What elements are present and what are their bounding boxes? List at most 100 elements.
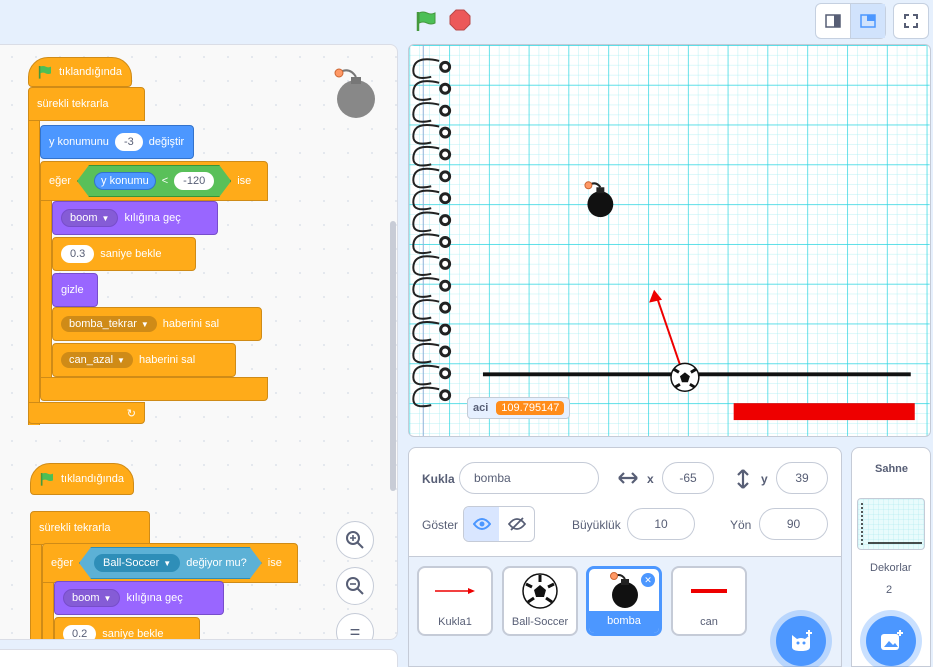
code-scrollbar[interactable]: [390, 221, 396, 491]
hide-block[interactable]: gizle: [52, 273, 98, 307]
if-arm-2: [42, 583, 54, 639]
if-suffix: ise: [237, 175, 252, 187]
change-y-suffix: değiştir: [148, 136, 185, 148]
normal-stage-button[interactable]: [851, 4, 885, 38]
zoom-out-button[interactable]: [336, 567, 374, 605]
fullscreen-icon: [904, 14, 918, 28]
wait-input[interactable]: 0.3: [61, 245, 95, 263]
green-flag-icon[interactable]: [414, 9, 438, 33]
graph-paper-backdrop: [409, 45, 930, 436]
fullscreen-group: [893, 3, 929, 39]
variable-name: aci: [473, 402, 489, 414]
if-suffix-2: ise: [267, 557, 282, 569]
hide-label: gizle: [61, 284, 84, 296]
size-label: Büyüklük: [572, 518, 621, 532]
y-label: y: [761, 472, 768, 486]
touching-suffix: değiyor mu?: [186, 557, 247, 569]
stage-title: Sahne: [875, 463, 909, 475]
broadcast-block-1[interactable]: bomba_tekrar ▼ haberini sal: [52, 307, 262, 341]
touching-dropdown[interactable]: Ball-Soccer ▼: [94, 554, 180, 572]
wait-block-2[interactable]: 0.2 saniye bekle: [54, 617, 200, 640]
x-arrows-icon: [618, 472, 638, 484]
zoom-reset-icon: =: [349, 621, 361, 640]
fullscreen-button[interactable]: [894, 4, 928, 38]
switch-costume-suffix: kılığına geç: [124, 212, 181, 224]
add-backdrop-button[interactable]: [866, 616, 916, 666]
wait-block[interactable]: 0.3 saniye bekle: [52, 237, 196, 271]
stage[interactable]: aci 109.795147: [408, 44, 931, 437]
small-stage-button[interactable]: [816, 4, 850, 38]
x-input[interactable]: -65: [662, 462, 714, 494]
forever-label: sürekli tekrarla: [37, 98, 109, 110]
size-input[interactable]: 10: [627, 508, 695, 540]
sprite-name: Kukla1: [438, 616, 472, 628]
stage-backdrop-thumbnail[interactable]: [857, 498, 925, 550]
costume-dropdown[interactable]: boom ▼: [61, 209, 119, 227]
arrow-sprite-icon: [433, 568, 477, 614]
code-bottom-panel: [0, 649, 398, 667]
broadcast-suffix-2: haberini sal: [138, 354, 196, 366]
broadcast-block-2[interactable]: can_azal ▼ haberini sal: [52, 343, 236, 377]
delete-sprite-icon[interactable]: ✕: [641, 573, 655, 587]
show-label: Göster: [422, 518, 459, 532]
touching-block[interactable]: Ball-Soccer ▼ değiyor mu?: [79, 547, 262, 579]
sprite-name-input[interactable]: [459, 462, 599, 494]
hide-button[interactable]: [499, 507, 534, 541]
zoom-out-icon: [346, 577, 364, 595]
y-position-reporter[interactable]: y konumu: [94, 172, 156, 190]
forever-arm-2: [30, 545, 42, 639]
x-label: x: [647, 472, 654, 486]
if-block[interactable]: eğer y konumu < -120 ise: [40, 161, 268, 201]
when-flag-clicked-block-2[interactable]: tıklandığında: [30, 463, 134, 495]
broadcast-dropdown-2[interactable]: can_azal ▼: [61, 352, 133, 368]
if-block-2[interactable]: eğer Ball-Soccer ▼ değiyor mu? ise: [42, 543, 298, 583]
add-sprite-button[interactable]: [776, 616, 826, 666]
costume-dropdown-2[interactable]: boom ▼: [63, 589, 121, 607]
zoom-reset-button[interactable]: =: [336, 613, 374, 640]
forever-block-2[interactable]: sürekli tekrarla: [30, 511, 150, 545]
forever-end: ↻: [28, 402, 145, 424]
switch-costume-block[interactable]: boom ▼ kılığına geç: [52, 201, 218, 235]
sprite-thumb-kukla1[interactable]: Kukla1: [417, 566, 493, 636]
stage-size-toggle: [815, 3, 886, 39]
green-flag-icon: [38, 66, 51, 79]
sprite-thumb-can[interactable]: can: [671, 566, 747, 636]
zoom-in-icon: [346, 531, 364, 549]
red-bar-icon: [689, 568, 729, 614]
if-arm: [40, 201, 52, 385]
change-y-label: y konumunu: [49, 136, 109, 148]
direction-label: Yön: [730, 518, 752, 532]
sprite-thumb-ball-soccer[interactable]: Ball-Soccer: [502, 566, 578, 636]
change-y-input[interactable]: -3: [114, 133, 143, 151]
variable-monitor[interactable]: aci 109.795147: [467, 397, 571, 419]
when-flag-clicked-block[interactable]: tıklandığında: [28, 57, 132, 87]
stop-icon[interactable]: [449, 9, 471, 31]
soccer-ball-sprite[interactable]: [670, 362, 700, 392]
visibility-toggle: [463, 506, 535, 542]
small-stage-icon: [825, 14, 841, 28]
sprite-name: Ball-Soccer: [511, 616, 569, 628]
sprite-name: bomba: [589, 611, 659, 633]
hat-label: tıklandığında: [59, 66, 122, 78]
forever-block[interactable]: sürekli tekrarla: [28, 87, 145, 121]
wait-suffix-2: saniye bekle: [102, 628, 164, 640]
image-add-icon: [881, 630, 903, 650]
wait-input-2[interactable]: 0.2: [63, 625, 97, 639]
change-y-block[interactable]: y konumunu -3 değiştir: [40, 125, 194, 159]
switch-costume-block-2[interactable]: boom ▼ kılığına geç: [54, 581, 224, 615]
sprite-thumb-bomba[interactable]: ✕ bomba: [586, 566, 662, 636]
code-area[interactable]: tıklandığında sürekli tekrarla ↻ y konum…: [0, 44, 398, 640]
direction-input[interactable]: 90: [759, 508, 828, 540]
if-label-2: eğer: [51, 557, 74, 569]
forever-label-2: sürekli tekrarla: [39, 522, 111, 534]
sprite-name: can: [700, 616, 718, 628]
y-input[interactable]: 39: [776, 462, 828, 494]
less-than-block[interactable]: y konumu < -120: [77, 165, 231, 197]
variable-value: 109.795147: [496, 401, 565, 415]
switch-costume-suffix-2: kılığına geç: [126, 592, 183, 604]
compare-input[interactable]: -120: [174, 172, 214, 190]
show-button[interactable]: [464, 507, 499, 541]
zoom-in-button[interactable]: [336, 521, 374, 559]
loop-arrow-icon: ↻: [126, 407, 136, 420]
broadcast-dropdown-1[interactable]: bomba_tekrar ▼: [61, 316, 157, 332]
